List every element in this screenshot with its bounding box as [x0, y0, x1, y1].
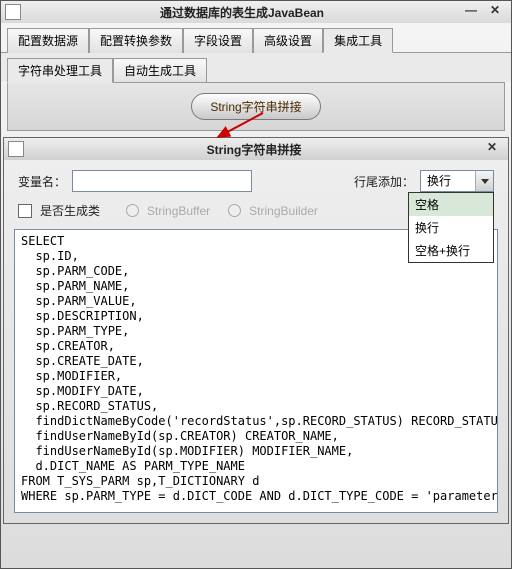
- main-tab[interactable]: 配置转换参数: [89, 28, 183, 53]
- sub-tab[interactable]: 自动生成工具: [113, 58, 207, 83]
- var-label: 变量名：: [18, 173, 66, 190]
- stringbuilder-radio: [228, 204, 241, 217]
- dropdown-option[interactable]: 空格+换行: [409, 239, 493, 262]
- gen-class-label: 是否生成类: [40, 202, 100, 219]
- main-tab[interactable]: 高级设置: [253, 28, 323, 53]
- string-concat-button[interactable]: String字符串拼接: [191, 93, 320, 120]
- tail-label: 行尾添加：: [354, 173, 414, 190]
- tail-dropdown: 空格换行空格+换行: [408, 192, 494, 263]
- main-tab[interactable]: 集成工具: [323, 28, 393, 53]
- dialog-title: String字符串拼接: [28, 141, 480, 158]
- dialog-close-button[interactable]: ✕: [480, 140, 504, 158]
- chevron-down-icon[interactable]: [475, 171, 493, 191]
- dropdown-option[interactable]: 空格: [409, 193, 493, 216]
- gen-class-checkbox[interactable]: [18, 204, 32, 218]
- var-input[interactable]: [72, 170, 252, 192]
- sub-tab[interactable]: 字符串处理工具: [7, 58, 113, 83]
- dialog-icon: [8, 141, 24, 157]
- sub-tabs: 字符串处理工具自动生成工具: [1, 52, 511, 82]
- tail-value: 换行: [421, 171, 475, 191]
- code-textarea[interactable]: SELECT sp.ID, sp.PARM_CODE, sp.PARM_NAME…: [14, 229, 498, 513]
- dropdown-option[interactable]: 换行: [409, 216, 493, 239]
- main-tab[interactable]: 配置数据源: [7, 28, 89, 53]
- app-icon: [5, 4, 21, 20]
- main-tab[interactable]: 字段设置: [183, 28, 253, 53]
- minimize-button[interactable]: —: [459, 3, 483, 21]
- main-title: 通过数据库的表生成JavaBean: [25, 4, 459, 21]
- dialog-window: String字符串拼接 ✕ 变量名： 行尾添加： 换行 空格换行空格+换行 是否…: [3, 137, 509, 524]
- tool-panel: String字符串拼接: [7, 82, 505, 131]
- stringbuffer-label: StringBuffer: [147, 204, 210, 218]
- stringbuffer-radio: [126, 204, 139, 217]
- main-tabs: 配置数据源配置转换参数字段设置高级设置集成工具: [1, 23, 511, 52]
- tail-combo[interactable]: 换行 空格换行空格+换行: [420, 170, 494, 192]
- stringbuilder-label: StringBuilder: [249, 204, 318, 218]
- close-button[interactable]: ✕: [483, 3, 507, 21]
- main-titlebar: 通过数据库的表生成JavaBean — ✕: [1, 1, 511, 23]
